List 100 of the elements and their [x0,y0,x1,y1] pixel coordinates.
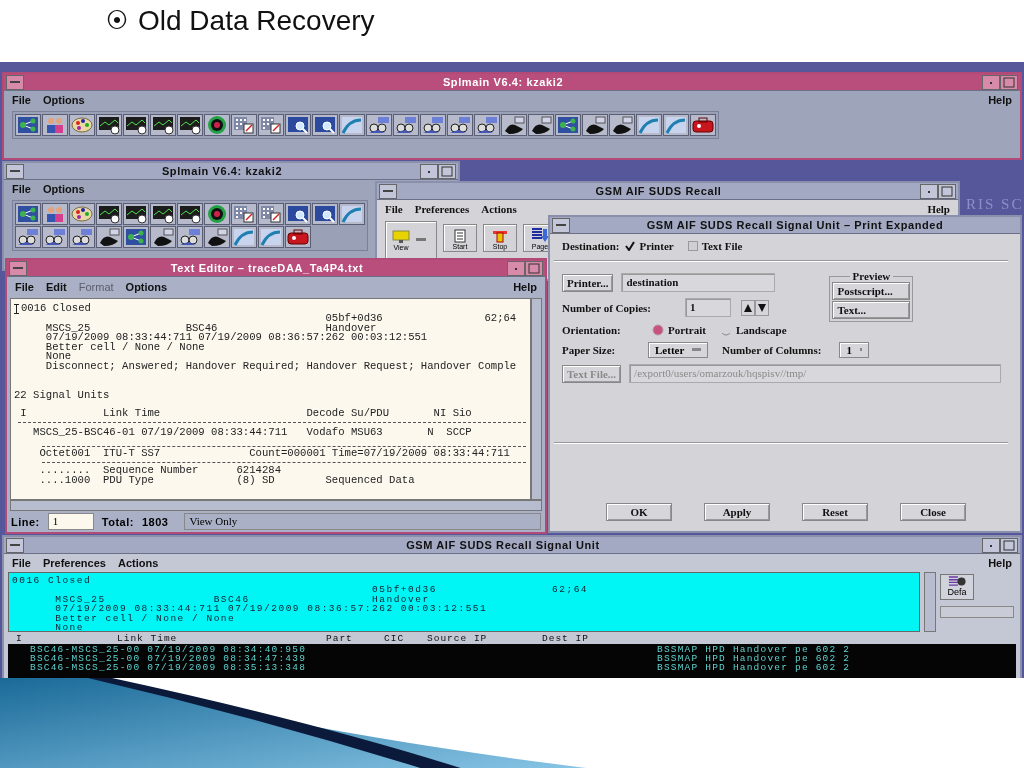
menu-item[interactable]: Options [125,281,168,293]
text-area[interactable] [10,298,531,500]
window-menu-icon[interactable] [6,74,24,90]
line-field[interactable]: 1 [47,513,94,530]
network-icon[interactable] [15,114,41,136]
magnifier-icon[interactable] [285,203,311,225]
input-field[interactable] [940,606,1014,618]
dialog-button[interactable]: Close [900,503,966,521]
spinner-arrows-icon[interactable] [741,299,769,316]
checkbox-checked-icon[interactable] [625,241,636,251]
menu-item[interactable]: File [12,93,31,106]
people-icon[interactable] [42,114,68,136]
palette-icon[interactable] [69,203,95,225]
printer-field[interactable]: destination [621,273,776,292]
phone-icon[interactable] [582,114,608,136]
minimize-icon[interactable] [420,163,438,179]
dialog-button[interactable]: OK [606,503,672,521]
scrollbar[interactable] [924,572,936,632]
curve-arrow-icon[interactable] [339,114,365,136]
binoculars-icon[interactable] [69,226,95,248]
printer-button[interactable]: Printer... [562,273,614,292]
window-menu-icon[interactable] [552,217,570,233]
target-icon[interactable] [204,114,230,136]
window-menu-icon[interactable] [9,260,27,276]
monitor-icon[interactable] [150,203,176,225]
grid-icon[interactable] [231,114,257,136]
palette-icon[interactable] [69,114,95,136]
menu-item[interactable]: Help [513,281,537,293]
magnifier-icon[interactable] [285,114,311,136]
menu-item[interactable]: Edit [45,281,67,293]
grid-icon[interactable] [258,114,284,136]
default-button[interactable]: Defa [940,574,974,600]
window-menu-icon[interactable] [6,163,24,179]
binoculars-icon[interactable] [474,114,500,136]
toolbox-icon[interactable] [285,226,311,248]
checkbox[interactable] [687,241,698,251]
radio-label[interactable]: Landscape [735,324,787,336]
checkbox-label[interactable]: Text File [701,240,743,252]
network-icon[interactable] [555,114,581,136]
grid-icon[interactable] [258,203,284,225]
monitor-icon[interactable] [96,203,122,225]
binoculars-icon[interactable] [177,226,203,248]
menu-item[interactable]: Help [927,202,950,215]
phone-icon[interactable] [204,226,230,248]
monitor-icon[interactable] [150,114,176,136]
binoculars-icon[interactable] [15,226,41,248]
window-menu-icon[interactable] [6,537,24,553]
maximize-icon[interactable] [1000,537,1018,553]
menu-item[interactable]: Preferences [414,202,470,215]
phone-icon[interactable] [501,114,527,136]
menu-item[interactable]: Help [988,93,1012,106]
dialog-button[interactable]: Apply [704,503,770,521]
paper-size-menu[interactable]: Letter [648,342,708,358]
binoculars-icon[interactable] [393,114,419,136]
curve-arrow-icon[interactable] [663,114,689,136]
menu-item[interactable]: File [12,556,31,569]
menu-item[interactable]: File [385,202,403,215]
binoculars-icon[interactable] [366,114,392,136]
curve-arrow-icon[interactable] [258,226,284,248]
phone-icon[interactable] [528,114,554,136]
menu-item[interactable]: Actions [481,202,517,215]
binoculars-icon[interactable] [42,226,68,248]
menu-item[interactable]: Options [42,182,85,195]
maximize-icon[interactable] [438,163,456,179]
minimize-icon[interactable] [920,183,938,199]
menu-item[interactable]: Help [988,556,1012,569]
curve-arrow-icon[interactable] [231,226,257,248]
monitor-icon[interactable] [177,203,203,225]
window-menu-icon[interactable] [379,183,397,199]
target-icon[interactable] [204,203,230,225]
curve-arrow-icon[interactable] [339,203,365,225]
preview-button[interactable]: Postscript... [832,282,911,300]
people-icon[interactable] [42,203,68,225]
magnifier-icon[interactable] [312,114,338,136]
preview-button[interactable]: Text... [832,301,911,319]
magnifier-icon[interactable] [312,203,338,225]
network-icon[interactable] [123,226,149,248]
network-icon[interactable] [15,203,41,225]
radio-label[interactable]: Portrait [668,324,706,336]
radio-button[interactable] [652,324,664,336]
monitor-icon[interactable] [96,114,122,136]
phone-icon[interactable] [609,114,635,136]
columns-menu[interactable]: 1 [839,342,870,358]
menu-item[interactable]: Actions [117,556,159,569]
menu-item[interactable]: File [15,281,34,293]
monitor-icon[interactable] [123,203,149,225]
toolbox-icon[interactable] [690,114,716,136]
scrollbar[interactable] [10,500,542,511]
scrollbar[interactable] [531,298,542,500]
copies-field[interactable]: 1 [685,298,731,317]
monitor-icon[interactable] [123,114,149,136]
monitor-icon[interactable] [177,114,203,136]
minimize-icon[interactable] [982,537,1000,553]
checkbox-label[interactable]: Printer [639,240,674,252]
menu-item[interactable]: Preferences [42,556,106,569]
binoculars-icon[interactable] [420,114,446,136]
maximize-icon[interactable] [938,183,956,199]
menu-item[interactable]: File [12,182,31,195]
phone-icon[interactable] [96,226,122,248]
grid-icon[interactable] [231,203,257,225]
